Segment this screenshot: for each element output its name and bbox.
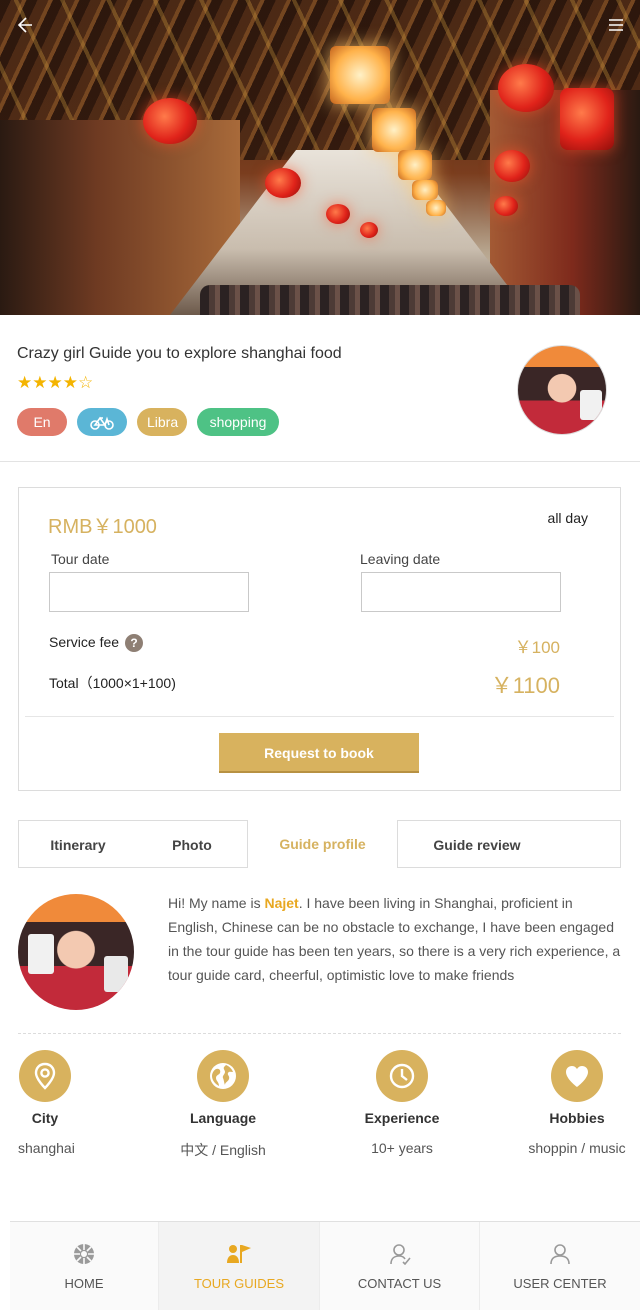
tour-title: Crazy girl Guide you to explore shanghai… [17,345,342,362]
rating-stars: ★★★★☆ [17,373,94,392]
stat-label: Language [189,1110,257,1126]
tab-itinerary[interactable]: Itinerary [19,821,137,867]
service-fee-value: ￥100 [514,638,560,657]
lantern [494,196,518,216]
lamp [330,46,390,104]
tab-guide-review[interactable]: Guide review [398,821,556,867]
tag-language: En [17,408,67,436]
stat-hobbies: Hobbies shoppin / music [522,1050,632,1156]
location-pin-icon [34,1062,56,1090]
lamp [372,108,416,152]
tour-date-label: Tour date [51,551,110,567]
stat-label: Experience [364,1110,440,1126]
contact-icon [389,1244,411,1265]
tag-interest: shopping [197,408,279,436]
booking-card: RMB￥1000 all day Tour date Leaving date … [18,487,621,791]
stat-experience: Experience 10+ years [360,1050,444,1156]
stat-language: Language 中文 / English [178,1050,268,1160]
duration: all day [547,510,588,526]
arrow-left-icon [17,17,32,33]
lantern [498,64,554,112]
clock-icon [389,1063,415,1089]
lantern [494,150,530,182]
lantern [360,222,378,238]
price: RMB￥1000 [48,516,157,538]
stat-city: City shanghai [18,1050,75,1156]
guide-avatar[interactable] [517,345,607,435]
help-icon[interactable]: ? [125,634,144,653]
nav-label: USER CENTER [513,1276,607,1291]
stat-label: Hobbies [549,1110,605,1126]
stat-value: shanghai [18,1140,75,1156]
total-label: Total（1000×1+100) [49,675,176,691]
stat-value: shoppin / music [528,1140,626,1156]
globe-icon [210,1063,236,1089]
lantern [143,98,197,144]
divider [25,716,614,717]
tab-photo[interactable]: Photo [137,821,247,867]
home-icon [74,1244,94,1264]
nav-contact-us[interactable]: CONTACT US [320,1222,480,1310]
request-to-book-button[interactable]: Request to book [219,733,419,773]
tab-guide-profile[interactable]: Guide profile [247,820,398,868]
tag-list: En Libra shopping [17,408,279,436]
detail-tabs: Itinerary Photo Guide profile Guide revi… [18,820,621,868]
nav-label: CONTACT US [357,1276,442,1291]
guide-profile-photo [18,894,134,1010]
hamburger-menu-icon [609,19,623,31]
lantern [326,204,350,224]
lamp [426,200,446,216]
leaving-date-label: Leaving date [360,551,441,567]
guide-name: Najet [264,895,299,911]
back-button[interactable] [10,14,38,42]
stat-label: City [31,1110,59,1126]
lamp [412,180,438,200]
service-fee-label: Service fee [49,634,120,650]
guide-bio: Hi! My name is Najet. I have been living… [168,895,621,983]
user-icon [550,1244,570,1265]
total-value: ￥1100 [490,673,560,698]
nav-label: HOME [64,1276,104,1291]
tour-guides-icon [227,1245,251,1263]
bike-icon [90,416,114,430]
nav-tour-guides[interactable]: TOUR GUIDES [159,1222,320,1310]
tag-bike [77,408,127,436]
service-fee-row: Service fee? [49,634,144,653]
leaving-date-field[interactable] [361,572,561,612]
heart-icon [566,1066,588,1087]
stat-value: 10+ years [371,1140,433,1156]
hero-image [0,0,640,315]
nav-label: TOUR GUIDES [193,1276,285,1291]
menu-button[interactable] [602,14,630,42]
lantern [560,88,614,150]
nav-user-center[interactable]: USER CENTER [480,1222,640,1310]
tour-date-field[interactable] [49,572,249,612]
lamp [398,150,432,180]
tag-zodiac: Libra [137,408,187,436]
bottom-nav: HOME TOUR GUIDES CONTACT US USER CENTER [10,1221,640,1310]
nav-home[interactable]: HOME [10,1222,159,1310]
stat-value: 中文 / English [180,1142,266,1158]
divider [18,1033,621,1034]
tour-summary: Crazy girl Guide you to explore shanghai… [0,315,640,462]
lantern [265,168,301,198]
